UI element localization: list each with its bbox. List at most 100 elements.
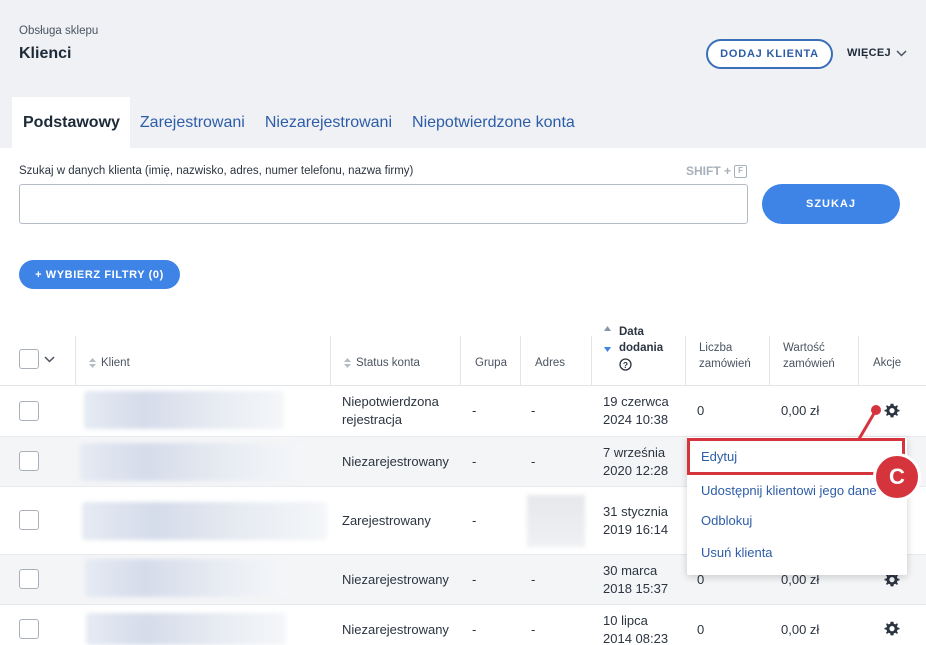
- date-line2: 2018 15:37: [603, 581, 669, 596]
- tab-unconfirmed-accounts[interactable]: Niepotwierdzone konta: [402, 97, 585, 148]
- date-line1: 7 września: [603, 445, 666, 460]
- group-cell: -: [472, 572, 477, 587]
- row-checkbox[interactable]: [19, 619, 39, 639]
- status-cell: Zarejestrowany: [342, 512, 431, 530]
- value-label-line1: Wartość: [783, 342, 825, 354]
- menu-item-delete-client[interactable]: Usuń klienta: [701, 545, 773, 560]
- svg-text:?: ?: [623, 360, 628, 370]
- group-cell: -: [472, 513, 477, 528]
- date-line2: 2019 16:14: [603, 522, 669, 537]
- table-row: Niezarejestrowany - - 10 lipca 2014 08:2…: [0, 605, 926, 645]
- more-label: WIĘCEJ: [847, 47, 891, 59]
- group-cell: -: [472, 454, 477, 469]
- column-status[interactable]: Status konta: [344, 355, 420, 371]
- orders-label-line1: Liczba: [699, 342, 733, 354]
- select-all-checkbox[interactable]: [19, 349, 39, 369]
- menu-item-share-data[interactable]: Udostępnij klientowi jego dane: [701, 483, 877, 498]
- status-cell: Niezarejestrowany: [342, 571, 449, 589]
- row-checkbox[interactable]: [19, 451, 39, 471]
- address-cell: -: [531, 622, 536, 637]
- more-dropdown[interactable]: WIĘCEJ: [847, 47, 907, 59]
- search-button[interactable]: SZUKAJ: [762, 184, 900, 224]
- client-name-redacted[interactable]: [84, 391, 284, 429]
- tab-bar: Podstawowy Zarejestrowani Niezarejestrow…: [12, 97, 585, 148]
- status-cell: Niepotwierdzona rejestracja: [342, 393, 439, 429]
- column-divider: [520, 336, 521, 386]
- date-label-line2: dodania: [619, 342, 664, 354]
- column-status-label: Status konta: [356, 357, 420, 369]
- row-checkbox[interactable]: [19, 510, 39, 530]
- status-line1: Niezarejestrowany: [342, 454, 449, 469]
- group-cell: -: [472, 403, 477, 418]
- sort-desc-icon: [604, 347, 611, 352]
- address-redacted: [527, 495, 585, 547]
- help-icon[interactable]: ?: [619, 358, 632, 371]
- table-header: Klient Status konta Grupa Adres Data dod…: [0, 316, 926, 386]
- table-row: Niepotwierdzona rejestracja - - 19 czerw…: [0, 386, 926, 437]
- status-line2: rejestracja: [342, 412, 402, 427]
- sort-icon: [89, 357, 96, 368]
- status-line1: Zarejestrowany: [342, 513, 431, 528]
- column-orders-value: Wartość zamówień: [783, 340, 835, 372]
- orders-value-cell: 0,00 zł: [781, 403, 820, 418]
- status-line1: Niezarejestrowany: [342, 622, 449, 637]
- chevron-down-icon: [896, 49, 907, 57]
- breadcrumb[interactable]: Obsługa sklepu: [19, 25, 98, 37]
- chevron-down-icon[interactable]: [44, 356, 55, 363]
- client-name-redacted[interactable]: [85, 559, 285, 597]
- date-line1: 30 marca: [603, 563, 658, 578]
- search-input[interactable]: [19, 184, 748, 224]
- column-actions: Akcje: [873, 357, 902, 369]
- client-name-redacted[interactable]: [86, 613, 286, 645]
- menu-item-edit[interactable]: Edytuj: [701, 449, 737, 464]
- column-address: Adres: [535, 357, 566, 369]
- date-line2: 2020 12:28: [603, 463, 669, 478]
- group-cell: -: [472, 622, 477, 637]
- callout-badge: C: [873, 453, 921, 501]
- status-line1: Niezarejestrowany: [342, 572, 449, 587]
- orders-value-cell: 0,00 zł: [781, 622, 820, 637]
- column-divider: [460, 336, 461, 386]
- search-label: Szukaj w danych klienta (imię, nazwisko,…: [19, 165, 414, 177]
- tab-basic[interactable]: Podstawowy: [12, 97, 130, 148]
- address-cell: -: [531, 403, 536, 418]
- shortcut-text: SHIFT +: [686, 164, 732, 178]
- date-cell: 7 września 2020 12:28: [603, 444, 668, 480]
- sort-icon: [344, 357, 351, 368]
- date-cell: 31 stycznia 2019 16:14: [603, 503, 668, 539]
- menu-item-unblock[interactable]: Odblokuj: [701, 513, 752, 528]
- column-divider: [858, 336, 859, 386]
- orders-count-cell: 0: [697, 622, 705, 637]
- sort-asc-icon: [604, 326, 611, 331]
- client-name-redacted[interactable]: [82, 502, 327, 540]
- date-line2: 2014 08:23: [603, 631, 669, 645]
- date-cell: 30 marca 2018 15:37: [603, 562, 668, 598]
- column-client[interactable]: Klient: [89, 355, 130, 371]
- date-line1: 10 lipca: [603, 613, 648, 628]
- column-divider: [685, 336, 686, 386]
- add-client-button[interactable]: DODAJ KLIENTA: [706, 39, 833, 69]
- date-line1: 31 stycznia: [603, 504, 669, 519]
- tab-unregistered[interactable]: Niezarejestrowani: [255, 97, 402, 148]
- search-shortcut-hint: SHIFT + F: [686, 164, 748, 178]
- value-label-line2: zamówień: [783, 358, 835, 370]
- gear-icon[interactable]: [884, 403, 900, 419]
- date-line1: 19 czerwca: [603, 394, 669, 409]
- address-cell: -: [531, 454, 536, 469]
- choose-filters-button[interactable]: + WYBIERZ FILTRY (0): [19, 260, 180, 289]
- date-cell: 19 czerwca 2024 10:38: [603, 393, 669, 429]
- gear-icon[interactable]: [884, 621, 900, 637]
- client-name-redacted[interactable]: [80, 443, 300, 481]
- page-header: Obsługa sklepu Klienci DODAJ KLIENTA WIĘ…: [0, 0, 926, 148]
- column-group: Grupa: [475, 357, 507, 369]
- status-line1: Niepotwierdzona: [342, 394, 439, 409]
- column-date-added[interactable]: Data dodania ?: [604, 324, 663, 376]
- column-divider: [330, 336, 331, 386]
- row-checkbox[interactable]: [19, 401, 39, 421]
- shortcut-key: F: [734, 164, 748, 178]
- date-cell: 10 lipca 2014 08:23: [603, 612, 668, 645]
- tab-registered[interactable]: Zarejestrowani: [130, 97, 255, 148]
- address-cell: -: [531, 572, 536, 587]
- actions-menu: Edytuj Udostępnij klientowi jego dane Od…: [687, 437, 907, 575]
- row-checkbox[interactable]: [19, 569, 39, 589]
